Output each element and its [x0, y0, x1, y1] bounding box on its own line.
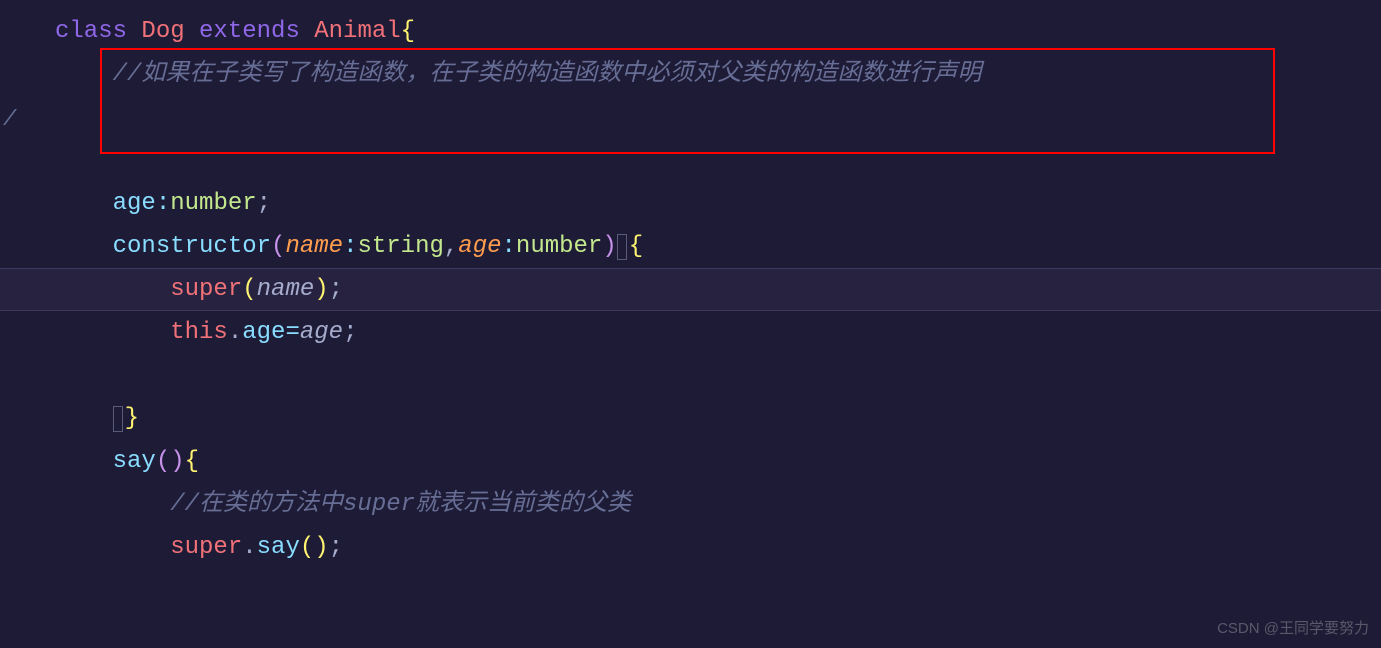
this-keyword: this: [170, 311, 228, 354]
indent: [55, 397, 113, 440]
code-editor[interactable]: class Dog extends Animal{ //如果在子类写了构造函数，…: [0, 0, 1381, 569]
brace-close: }: [125, 397, 139, 440]
paren-open: (: [271, 225, 285, 268]
param-age: age: [458, 225, 501, 268]
paren-open: (: [300, 526, 314, 569]
class-name-animal: Animal: [314, 10, 400, 53]
paren-close: ): [314, 268, 328, 311]
property-age: age: [242, 311, 285, 354]
comma: ,: [444, 225, 458, 268]
code-line[interactable]: //在类的方法中super就表示当前类的父类: [0, 483, 1381, 526]
paren-close: ): [314, 526, 328, 569]
colon: :: [156, 182, 170, 225]
assign-operator: =: [285, 311, 299, 354]
colon: :: [343, 225, 357, 268]
indent: [55, 526, 170, 569]
brace-open: {: [185, 440, 199, 483]
arg-name: name: [257, 268, 315, 311]
paren-open: (: [156, 440, 170, 483]
class-name-dog: Dog: [141, 10, 199, 53]
indent: [55, 225, 113, 268]
method-say: say: [257, 526, 300, 569]
type-string: string: [357, 225, 443, 268]
semicolon: ;: [329, 526, 343, 569]
super-keyword: super: [170, 526, 242, 569]
code-line-empty[interactable]: [0, 139, 1381, 182]
constructor-keyword: constructor: [113, 225, 271, 268]
indent: [55, 53, 113, 96]
method-say: say: [113, 440, 156, 483]
semicolon: ;: [257, 182, 271, 225]
semicolon: ;: [329, 268, 343, 311]
keyword-class: class: [55, 10, 141, 53]
bracket-match-indicator: [113, 406, 123, 432]
type-number: number: [170, 182, 256, 225]
semicolon: ;: [343, 311, 357, 354]
code-line[interactable]: super.say();: [0, 526, 1381, 569]
param-name: name: [285, 225, 343, 268]
property-age: age: [113, 182, 156, 225]
comment-text: //如果在子类写了构造函数，在子类的构造函数中必须对父类的构造函数进行声明: [113, 53, 982, 96]
indent: [55, 311, 170, 354]
code-line[interactable]: this.age=age;: [0, 311, 1381, 354]
indent: [55, 483, 170, 526]
code-line-highlighted[interactable]: super(name);: [0, 268, 1381, 311]
comment-text: //在类的方法中super就表示当前类的父类: [170, 483, 631, 526]
brace-open: {: [401, 10, 415, 53]
super-keyword: super: [170, 268, 242, 311]
code-line-empty[interactable]: [0, 96, 1381, 139]
gutter-fold-indicator: /: [3, 100, 16, 140]
code-line[interactable]: age:number;: [0, 182, 1381, 225]
code-line[interactable]: say(){: [0, 440, 1381, 483]
dot: .: [242, 526, 256, 569]
colon: :: [502, 225, 516, 268]
value-age: age: [300, 311, 343, 354]
paren-close: ): [170, 440, 184, 483]
indent: [55, 268, 170, 311]
dot: .: [228, 311, 242, 354]
indent: [55, 440, 113, 483]
paren-close: ): [602, 225, 616, 268]
watermark-text: CSDN @王同学要努力: [1217, 615, 1369, 642]
type-number: number: [516, 225, 602, 268]
code-line[interactable]: constructor(name:string,age:number){: [0, 225, 1381, 268]
code-line[interactable]: class Dog extends Animal{: [0, 10, 1381, 53]
paren-open: (: [242, 268, 256, 311]
code-line[interactable]: }: [0, 397, 1381, 440]
bracket-match-indicator: [617, 234, 627, 260]
code-line[interactable]: //如果在子类写了构造函数，在子类的构造函数中必须对父类的构造函数进行声明: [0, 53, 1381, 96]
code-line-empty[interactable]: [0, 354, 1381, 397]
keyword-extends: extends: [199, 10, 314, 53]
brace-open: {: [629, 225, 643, 268]
indent: [55, 182, 113, 225]
